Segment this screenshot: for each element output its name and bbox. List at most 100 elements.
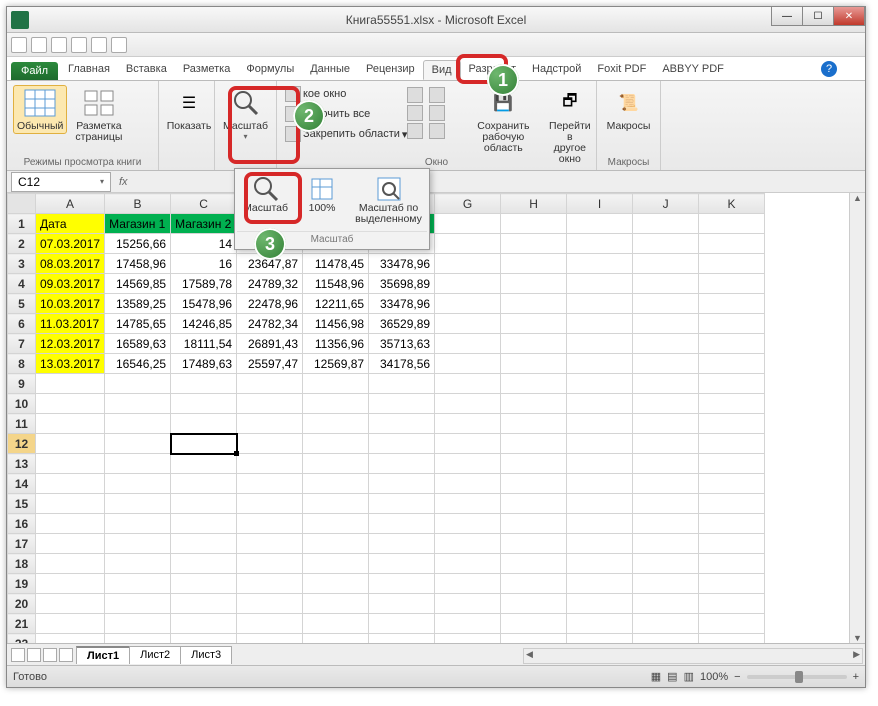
row-header-19[interactable]: 19 <box>8 574 36 594</box>
cell-G9[interactable] <box>435 374 501 394</box>
zoom-slider[interactable] <box>747 675 847 679</box>
cell-C20[interactable] <box>171 594 237 614</box>
cell-K19[interactable] <box>699 574 765 594</box>
zoom-dropdown-zoom[interactable]: Масштаб <box>237 171 294 229</box>
cell-G10[interactable] <box>435 394 501 414</box>
cell-J6[interactable] <box>633 314 699 334</box>
minimize-button[interactable] <box>771 6 803 26</box>
select-all-corner[interactable] <box>8 194 36 214</box>
cell-C11[interactable] <box>171 414 237 434</box>
cell-H11[interactable] <box>501 414 567 434</box>
cell-G21[interactable] <box>435 614 501 634</box>
row-header-5[interactable]: 5 <box>8 294 36 314</box>
cell-K10[interactable] <box>699 394 765 414</box>
cell-I21[interactable] <box>567 614 633 634</box>
cell-A12[interactable] <box>36 434 105 454</box>
cell-F12[interactable] <box>369 434 435 454</box>
sheet-nav-first[interactable] <box>11 648 25 662</box>
row-header-14[interactable]: 14 <box>8 474 36 494</box>
cell-B5[interactable]: 13589,25 <box>105 294 171 314</box>
cell-A17[interactable] <box>36 534 105 554</box>
qat-undo-icon[interactable] <box>31 37 47 53</box>
cell-B6[interactable]: 14785,65 <box>105 314 171 334</box>
cell-H19[interactable] <box>501 574 567 594</box>
cell-G20[interactable] <box>435 594 501 614</box>
cell-J12[interactable] <box>633 434 699 454</box>
cell-I3[interactable] <box>567 254 633 274</box>
cell-A19[interactable] <box>36 574 105 594</box>
macros-button[interactable]: 📜 Макросы <box>603 85 654 134</box>
cell-G12[interactable] <box>435 434 501 454</box>
cell-G13[interactable] <box>435 454 501 474</box>
cell-J3[interactable] <box>633 254 699 274</box>
cell-I9[interactable] <box>567 374 633 394</box>
cell-A11[interactable] <box>36 414 105 434</box>
cell-A14[interactable] <box>36 474 105 494</box>
zoom-out-button[interactable]: − <box>734 671 740 683</box>
cell-I6[interactable] <box>567 314 633 334</box>
cell-E3[interactable]: 11478,45 <box>303 254 369 274</box>
cell-F6[interactable]: 36529,89 <box>369 314 435 334</box>
cell-K20[interactable] <box>699 594 765 614</box>
cell-B14[interactable] <box>105 474 171 494</box>
cell-B15[interactable] <box>105 494 171 514</box>
sheet-tab-Лист3[interactable]: Лист3 <box>180 646 232 664</box>
cell-G16[interactable] <box>435 514 501 534</box>
cell-I2[interactable] <box>567 234 633 254</box>
cell-I14[interactable] <box>567 474 633 494</box>
cell-K12[interactable] <box>699 434 765 454</box>
cell-B10[interactable] <box>105 394 171 414</box>
cell-K7[interactable] <box>699 334 765 354</box>
tab-надстрой[interactable]: Надстрой <box>524 60 589 80</box>
cell-A2[interactable]: 07.03.2017 <box>36 234 105 254</box>
cell-I12[interactable] <box>567 434 633 454</box>
spreadsheet-grid[interactable]: ABCDEFGHIJK1ДатаМагазин 1Магазин 2Магази… <box>7 193 865 643</box>
cell-D22[interactable] <box>237 634 303 644</box>
cell-A5[interactable]: 10.03.2017 <box>36 294 105 314</box>
cell-B11[interactable] <box>105 414 171 434</box>
cell-A7[interactable]: 12.03.2017 <box>36 334 105 354</box>
sheet-tab-Лист2[interactable]: Лист2 <box>129 646 181 664</box>
cell-A8[interactable]: 13.03.2017 <box>36 354 105 374</box>
cell-C6[interactable]: 14246,85 <box>171 314 237 334</box>
cell-K1[interactable] <box>699 214 765 234</box>
cell-H3[interactable] <box>501 254 567 274</box>
cell-I16[interactable] <box>567 514 633 534</box>
cell-E4[interactable]: 11548,96 <box>303 274 369 294</box>
cell-J10[interactable] <box>633 394 699 414</box>
cell-F9[interactable] <box>369 374 435 394</box>
cell-E12[interactable] <box>303 434 369 454</box>
cell-J7[interactable] <box>633 334 699 354</box>
cell-F4[interactable]: 35698,89 <box>369 274 435 294</box>
cell-H12[interactable] <box>501 434 567 454</box>
cell-K16[interactable] <box>699 514 765 534</box>
cell-H17[interactable] <box>501 534 567 554</box>
view-side-icon[interactable] <box>429 87 445 103</box>
cell-G2[interactable] <box>435 234 501 254</box>
cell-E15[interactable] <box>303 494 369 514</box>
cell-C7[interactable]: 18111,54 <box>171 334 237 354</box>
cell-A9[interactable] <box>36 374 105 394</box>
cell-C4[interactable]: 17589,78 <box>171 274 237 294</box>
cell-I7[interactable] <box>567 334 633 354</box>
cell-D10[interactable] <box>237 394 303 414</box>
split-icon[interactable] <box>407 87 423 103</box>
tab-вставка[interactable]: Вставка <box>118 60 175 80</box>
cell-C5[interactable]: 15478,96 <box>171 294 237 314</box>
row-header-13[interactable]: 13 <box>8 454 36 474</box>
sheet-tab-Лист1[interactable]: Лист1 <box>76 646 130 664</box>
zoom-dropdown-selection[interactable]: Масштаб по выделенному <box>350 171 427 229</box>
cell-K2[interactable] <box>699 234 765 254</box>
zoom-button[interactable]: Масштаб ▾ <box>221 85 270 143</box>
cell-K18[interactable] <box>699 554 765 574</box>
cell-I18[interactable] <box>567 554 633 574</box>
cell-C13[interactable] <box>171 454 237 474</box>
cell-K15[interactable] <box>699 494 765 514</box>
tab-главная[interactable]: Главная <box>60 60 118 80</box>
cell-K14[interactable] <box>699 474 765 494</box>
cell-C3[interactable]: 16 <box>171 254 237 274</box>
cell-F21[interactable] <box>369 614 435 634</box>
cell-D18[interactable] <box>237 554 303 574</box>
tab-foxit pdf[interactable]: Foxit PDF <box>589 60 654 80</box>
cell-H21[interactable] <box>501 614 567 634</box>
